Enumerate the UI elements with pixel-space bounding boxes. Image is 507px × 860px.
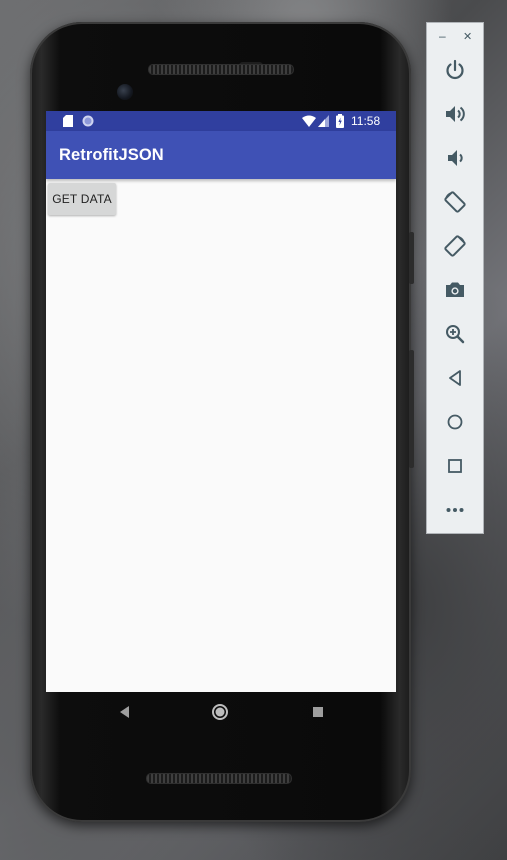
front-camera	[117, 84, 133, 100]
overview-icon[interactable]	[443, 454, 467, 478]
power-side-button	[409, 232, 414, 284]
signal-icon	[318, 115, 329, 127]
volume-side-button	[409, 350, 414, 468]
app-title: RetrofitJSON	[59, 146, 164, 164]
close-button[interactable]: ✕	[463, 30, 472, 43]
back-icon[interactable]	[443, 366, 467, 390]
camera-icon[interactable]	[443, 278, 467, 302]
rotate-left-icon[interactable]	[443, 190, 467, 214]
home-icon[interactable]	[210, 702, 230, 722]
wifi-icon	[302, 115, 316, 127]
volume-up-icon[interactable]	[443, 102, 467, 126]
back-icon[interactable]	[115, 702, 135, 722]
app-bar: RetrofitJSON	[46, 131, 396, 179]
sd-card-icon	[63, 115, 73, 127]
emulator-toolbar: – ✕	[426, 22, 484, 534]
device-screen: 11:58 RetrofitJSON GET DATA	[46, 111, 396, 692]
recents-icon[interactable]	[308, 702, 328, 722]
get-data-button[interactable]: GET DATA	[48, 183, 116, 215]
status-time: 11:58	[351, 114, 381, 128]
battery-icon	[336, 114, 344, 128]
minimize-button[interactable]: –	[439, 29, 446, 43]
power-icon[interactable]	[443, 58, 467, 82]
sync-icon	[82, 115, 94, 127]
home-icon[interactable]	[443, 410, 467, 434]
more-icon[interactable]	[443, 498, 467, 522]
earpiece-speaker	[148, 64, 294, 75]
status-bar: 11:58	[46, 111, 396, 131]
bottom-speaker	[146, 773, 292, 784]
rotate-right-icon[interactable]	[443, 234, 467, 258]
zoom-icon[interactable]	[443, 322, 467, 346]
volume-down-icon[interactable]	[443, 146, 467, 170]
